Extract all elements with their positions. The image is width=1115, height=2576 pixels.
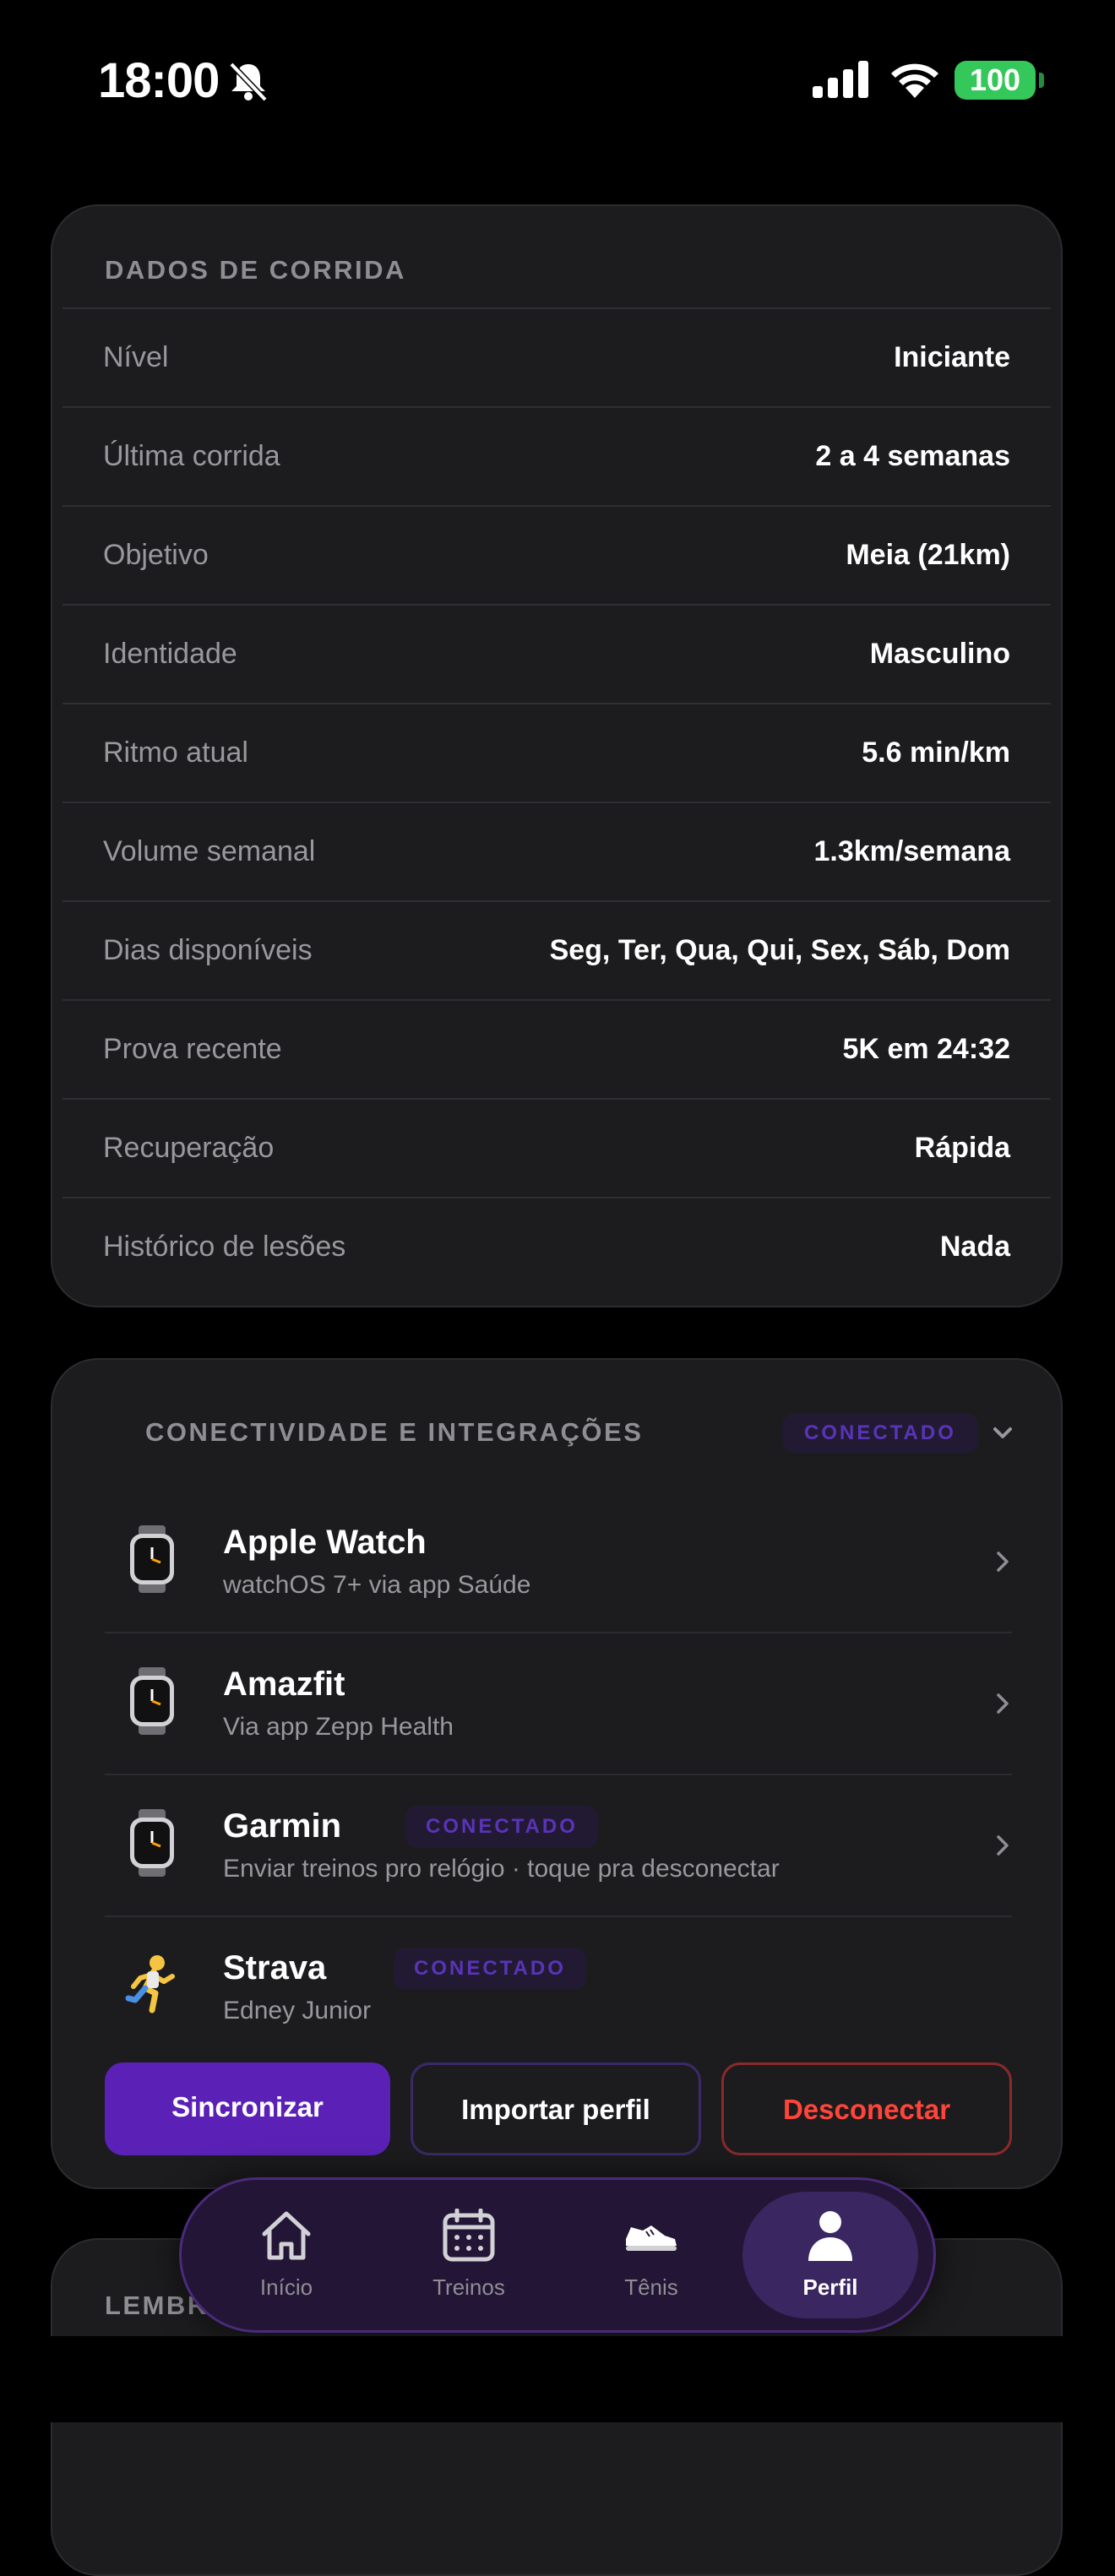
person-icon bbox=[808, 2211, 852, 2261]
row-value: 5.6 min/km bbox=[862, 736, 1010, 769]
row-label: Identidade bbox=[103, 638, 237, 670]
tab-label: Início bbox=[259, 2274, 313, 2300]
watch-icon bbox=[130, 1809, 174, 1877]
chevron-right-icon bbox=[997, 1552, 1009, 1572]
section-title: CONECTIVIDADE E INTEGRAÇÕES bbox=[145, 1417, 644, 1447]
data-row-available-days[interactable]: Dias disponíveis Seg, Ter, Qua, Qui, Sex… bbox=[63, 900, 1051, 999]
battery-tip bbox=[1039, 73, 1044, 88]
row-label: Histórico de lesões bbox=[103, 1231, 346, 1263]
signal-icon bbox=[813, 61, 868, 98]
row-label: Nível bbox=[103, 341, 169, 373]
row-label: Última corrida bbox=[103, 440, 280, 472]
tab-profile[interactable]: Perfil bbox=[742, 2192, 918, 2318]
sneaker-icon bbox=[626, 2225, 677, 2251]
bottom-area bbox=[0, 2336, 1115, 2422]
data-row-identity[interactable]: Identidade Masculino bbox=[63, 604, 1051, 703]
chevron-down-icon[interactable] bbox=[988, 1421, 1017, 1446]
status-badge: CONECTADO bbox=[782, 1414, 978, 1453]
tab-workouts[interactable]: Treinos bbox=[381, 2192, 557, 2318]
device-name: Amazfit bbox=[223, 1666, 345, 1703]
running-data-card: DADOS DE CORRIDA Nível Iniciante Última … bbox=[51, 204, 1063, 1307]
status-time: 18:00 bbox=[98, 53, 220, 108]
row-value: Meia (21km) bbox=[846, 539, 1010, 571]
device-row-amazfit[interactable]: Amazfit Via app Zepp Health bbox=[105, 1633, 1012, 1775]
sync-button[interactable]: Sincronizar bbox=[105, 2062, 390, 2155]
data-row-pace[interactable]: Ritmo atual 5.6 min/km bbox=[63, 703, 1051, 802]
device-subtitle: Enviar treinos pro relógio · toque pra d… bbox=[223, 1855, 780, 1883]
wifi-icon bbox=[891, 63, 938, 98]
row-value: Rápida bbox=[914, 1132, 1010, 1164]
row-value: 1.3km/semana bbox=[813, 835, 1011, 867]
connected-badge: CONECTADO bbox=[394, 1948, 586, 1990]
data-row-injury-history[interactable]: Histórico de lesões Nada bbox=[63, 1197, 1051, 1296]
device-subtitle: Via app Zepp Health bbox=[223, 1713, 454, 1741]
tab-bar: Início Treinos Tênis Perfil bbox=[179, 2177, 936, 2333]
device-row-garmin[interactable]: Garmin CONECTADO Enviar treinos pro reló… bbox=[105, 1775, 1012, 1917]
row-label: Dias disponíveis bbox=[103, 934, 313, 966]
connectivity-card: CONECTIVIDADE E INTEGRAÇÕES CONECTADO Ap… bbox=[51, 1358, 1063, 2189]
device-subtitle: Edney Junior bbox=[223, 1997, 372, 2024]
watch-icon bbox=[130, 1525, 174, 1593]
device-row-strava[interactable]: Strava CONECTADO Edney Junior bbox=[105, 1917, 1012, 2059]
bell-slash-icon bbox=[229, 62, 268, 101]
disconnect-button[interactable]: Desconectar bbox=[721, 2062, 1012, 2155]
device-subtitle: watchOS 7+ via app Saúde bbox=[223, 1571, 531, 1599]
device-name: Strava bbox=[223, 1949, 327, 1986]
device-list: Apple Watch watchOS 7+ via app Saúde Ama… bbox=[105, 1492, 1012, 2059]
row-label: Objetivo bbox=[103, 539, 209, 571]
calendar-icon bbox=[443, 2209, 495, 2262]
chevron-right-icon bbox=[997, 1835, 1009, 1856]
data-row-level[interactable]: Nível Iniciante bbox=[63, 307, 1051, 406]
row-value: Seg, Ter, Qua, Qui, Sex, Sáb, Dom bbox=[549, 934, 1010, 966]
data-row-last-run[interactable]: Última corrida 2 a 4 semanas bbox=[63, 406, 1051, 505]
data-row-recovery[interactable]: Recuperação Rápida bbox=[63, 1098, 1051, 1197]
running-data-list: Nível Iniciante Última corrida 2 a 4 sem… bbox=[63, 307, 1051, 1296]
row-value: 2 a 4 semanas bbox=[815, 440, 1010, 472]
row-value: Masculino bbox=[869, 638, 1010, 670]
section-title: DADOS DE CORRIDA bbox=[105, 255, 406, 285]
tab-label: Perfil bbox=[802, 2274, 858, 2300]
tab-home[interactable]: Início bbox=[199, 2192, 374, 2318]
connectivity-header[interactable]: CONECTIVIDADE E INTEGRAÇÕES CONECTADO bbox=[52, 1360, 1061, 1510]
row-value: Iniciante bbox=[894, 341, 1010, 373]
device-name: Apple Watch bbox=[223, 1524, 427, 1561]
status-bar: 18:00 100 bbox=[0, 0, 1115, 160]
device-row-apple-watch[interactable]: Apple Watch watchOS 7+ via app Saúde bbox=[105, 1492, 1012, 1633]
data-row-weekly-volume[interactable]: Volume semanal 1.3km/semana bbox=[63, 802, 1051, 900]
row-label: Volume semanal bbox=[103, 835, 316, 867]
watch-icon bbox=[130, 1667, 174, 1735]
home-icon bbox=[262, 2211, 311, 2260]
data-row-goal[interactable]: Objetivo Meia (21km) bbox=[63, 505, 1051, 604]
row-label: Recuperação bbox=[103, 1132, 275, 1164]
device-name: Garmin bbox=[223, 1807, 342, 1845]
row-label: Ritmo atual bbox=[103, 736, 248, 769]
row-value: Nada bbox=[939, 1231, 1010, 1263]
data-row-recent-race[interactable]: Prova recente 5K em 24:32 bbox=[63, 999, 1051, 1098]
connected-badge: CONECTADO bbox=[405, 1806, 598, 1848]
tab-label: Tênis bbox=[624, 2274, 678, 2300]
row-value: 5K em 24:32 bbox=[842, 1033, 1010, 1065]
chevron-right-icon bbox=[997, 1693, 1009, 1714]
runner-icon bbox=[125, 1955, 175, 2014]
battery-icon: 100 bbox=[955, 61, 1036, 100]
row-label: Prova recente bbox=[103, 1033, 282, 1065]
tab-sneakers[interactable]: Tênis bbox=[563, 2192, 739, 2318]
tab-label: Treinos bbox=[432, 2274, 505, 2300]
import-profile-button[interactable]: Importar perfil bbox=[411, 2062, 701, 2155]
